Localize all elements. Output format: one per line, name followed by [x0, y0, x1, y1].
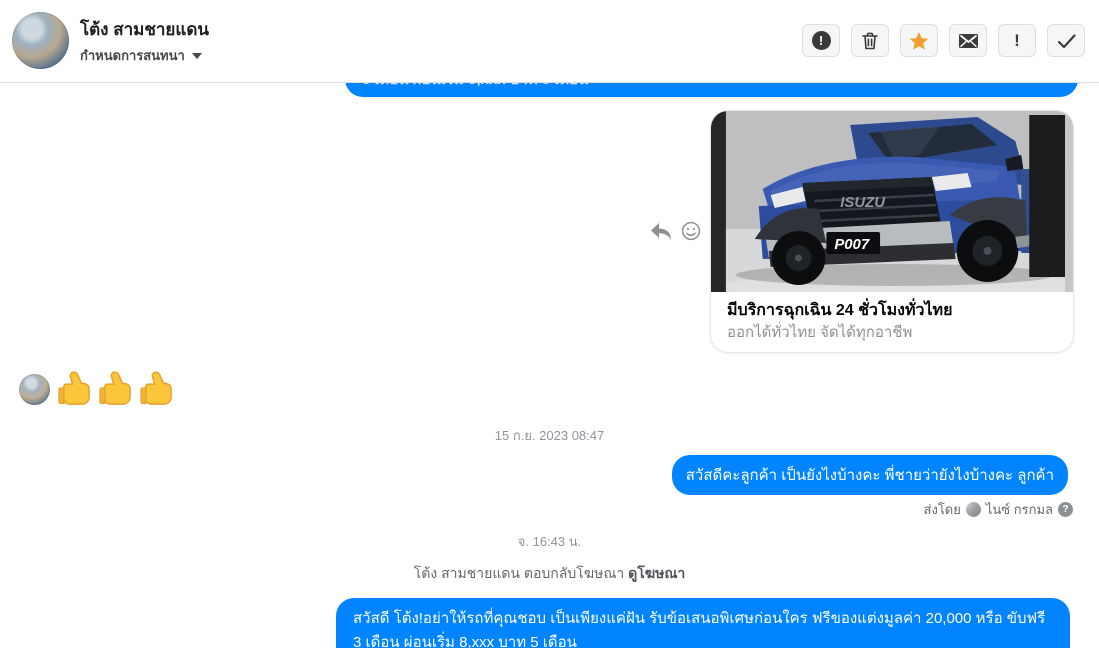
mark-important-button[interactable]: !: [998, 24, 1036, 57]
thumbs-up-icon: [58, 371, 90, 405]
envelope-icon: [958, 33, 978, 48]
mark-done-button[interactable]: [1047, 24, 1085, 57]
smiley-icon: [681, 221, 701, 241]
car-brand-text: ISUZU: [840, 194, 886, 211]
star-button[interactable]: [900, 24, 938, 57]
date-separator: จ. 16:43 น.: [517, 534, 582, 549]
spam-icon: !: [811, 31, 831, 50]
reply-button[interactable]: [650, 222, 672, 241]
sent-by-attribution: ส่งโดย ไนซ์ กรกมล ?: [924, 499, 1073, 520]
messenger-conversation-window: โต้ง สามชายแดน กำหนดการสนทนา ! ! ISUZU P…: [0, 0, 1099, 648]
delete-button[interactable]: [851, 24, 889, 57]
conversation-header: โต้ง สามชายแดน กำหนดการสนทนา ! !: [0, 0, 1099, 83]
sender-avatar: [19, 374, 50, 405]
license-plate-text: P007: [834, 236, 869, 253]
agent-name: ไนซ์ กรกมล: [985, 502, 1053, 517]
message-bubble-greeting: สวัสดีคะลูกค้า เป็นยังไงบ้างคะ พี่ชายว่า…: [671, 455, 1068, 495]
message-bubble-promo: สวัสดี โต้ง!อย่าให้รถที่คุณชอบ เป็นเพียง…: [336, 598, 1070, 648]
agent-avatar: [965, 502, 981, 517]
schedule-conversation-label: กำหนดการสนทนา: [80, 48, 185, 63]
reply-arrow-icon: [651, 222, 671, 240]
trash-icon: [862, 32, 878, 49]
mark-unread-button[interactable]: [949, 24, 987, 57]
chevron-down-icon: [191, 52, 202, 59]
ad-reply-note: โต้ง สามชายแดน ตอบกลับโฆษณา ดูโฆษณา: [0, 563, 1099, 585]
ad-reply-action: ตอบกลับโฆษณา: [523, 565, 625, 581]
ad-link-card[interactable]: ISUZU P007 มีบริการฉุกเฉิน 24 ชั่วโมงทั่…: [710, 110, 1074, 353]
ad-card-subtitle: ออกได้ทั่วไทย จัดได้ทุกอาชีพ: [727, 324, 913, 341]
thumbs-up-message: [57, 369, 174, 407]
mark-spam-button[interactable]: !: [802, 24, 840, 57]
ad-card-body: มีบริการฉุกเฉิน 24 ชั่วโมงทั่วไทย ออกได้…: [711, 292, 1073, 343]
conversation-title: โต้ง สามชายแดน: [80, 20, 209, 39]
thumbs-up-icon: [99, 371, 131, 405]
check-icon: [1057, 33, 1076, 48]
car-photo: ISUZU P007: [711, 111, 1073, 292]
message-hover-actions: [650, 221, 701, 241]
header-action-bar: ! !: [802, 24, 1085, 57]
exclamation-icon: !: [1014, 31, 1020, 50]
ad-reply-name: โต้ง สามชายแดน: [413, 565, 521, 581]
sent-by-label: ส่งโดย: [923, 502, 961, 517]
view-ad-link[interactable]: ดูโฆษณา: [628, 565, 685, 581]
date-separator: 15 ก.ย. 2023 08:47: [494, 428, 605, 443]
react-button[interactable]: [681, 221, 701, 241]
star-icon: [909, 31, 929, 50]
avatar[interactable]: [12, 12, 69, 69]
thumbs-up-icon: [140, 371, 172, 405]
schedule-conversation-dropdown[interactable]: กำหนดการสนทนา: [80, 45, 202, 66]
help-icon[interactable]: ?: [1058, 502, 1073, 517]
ad-card-title: มีบริการฉุกเฉิน 24 ชั่วโมงทั่วไทย: [727, 302, 953, 319]
